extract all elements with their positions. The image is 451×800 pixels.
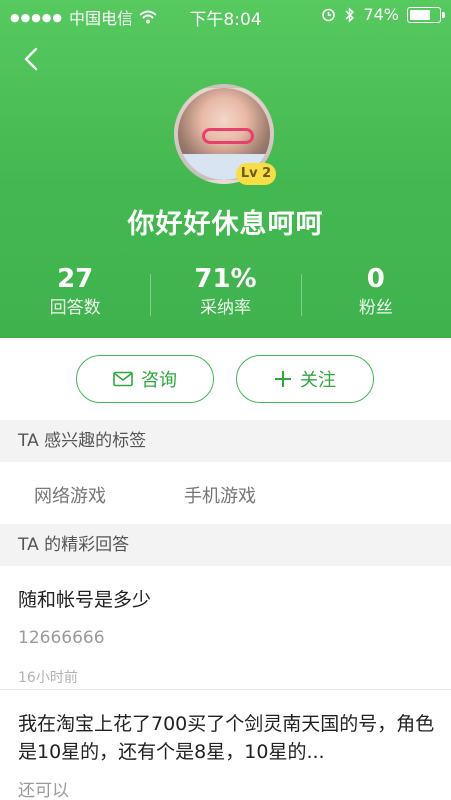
status-bar: ●●●●● 中国电信 下午8:04 74% [0,0,451,30]
action-row: 咨询 关注 [0,338,451,420]
stat-answers[interactable]: 27 回答数 [0,262,150,326]
avatar-container[interactable]: Lv 2 [174,84,278,188]
stat-value: 71% [194,264,257,294]
status-right: 74% [321,5,445,24]
level-badge: Lv 2 [236,163,276,185]
battery-icon [407,6,445,23]
follow-button[interactable]: 关注 [236,355,374,403]
bluetooth-icon [345,6,355,23]
stat-label: 粉丝 [358,298,393,318]
stat-value: 0 [366,264,385,294]
alarm-icon [322,8,336,22]
consult-button[interactable]: 咨询 [76,355,214,403]
answer-question: 我在淘宝上花了700买了个剑灵南天国的号，角色是10星的，还有个是8星，10星的… [18,713,435,763]
plus-icon [275,371,291,387]
stat-value: 27 [57,264,94,294]
battery-percent: 74% [363,5,399,24]
follow-label: 关注 [300,370,336,391]
mail-icon [113,371,133,387]
tag-item[interactable]: 网络游戏 [34,482,106,508]
username: 你好好休息呵呵 [127,209,324,240]
stats-row: 27 回答数 71% 采纳率 0 粉丝 [0,262,451,326]
answer-text: 还可以 [18,781,69,800]
stat-label: 采纳率 [199,298,251,318]
answer-time: 16小时前 [18,670,78,686]
profile-header: ●●●●● 中国电信 下午8:04 74% Lv 2 你好好休息呵呵 27 回答… [0,0,451,338]
answer-item[interactable]: 随和帐号是多少 12666666 16小时前 [0,566,451,690]
answer-item[interactable]: 我在淘宝上花了700买了个剑灵南天国的号，角色是10星的，还有个是8星，10星的… [0,690,451,800]
tag-item[interactable]: 手机游戏 [184,482,256,508]
answer-question: 随和帐号是多少 [18,589,152,611]
answers-section-title: TA 的精彩回答 [0,524,451,566]
stat-adoption-rate[interactable]: 71% 采纳率 [150,262,300,326]
battery-fill [410,9,430,20]
answer-text: 12666666 [18,628,105,648]
avatar-glasses [202,128,254,144]
tags-section-title: TA 感兴趣的标签 [0,420,451,462]
back-chevron-icon[interactable] [18,44,48,74]
tags-row: 网络游戏 手机游戏 [0,462,451,524]
stat-label: 回答数 [49,298,101,318]
consult-label: 咨询 [141,370,177,391]
stat-fans[interactable]: 0 粉丝 [300,262,451,326]
